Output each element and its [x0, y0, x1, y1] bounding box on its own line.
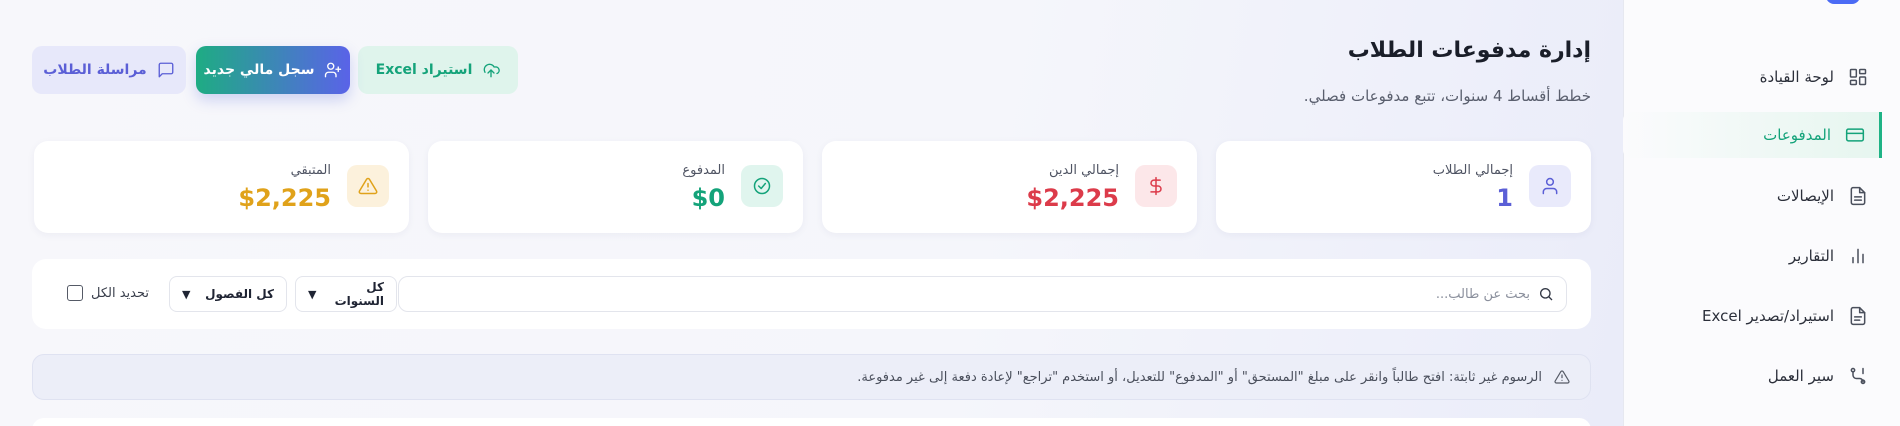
warning-icon [1554, 370, 1570, 384]
stat-value: $0 [691, 184, 725, 212]
main-content: إدارة مدفوعات الطلاب خطط أقساط 4 سنوات، … [0, 0, 1623, 426]
select-all[interactable]: تحديد الكل [66, 285, 149, 301]
sidebar-item-label: المدفوعات [1763, 126, 1831, 144]
stat-value: $2,225 [1026, 184, 1119, 212]
import-excel-label: استيراد Excel [375, 62, 473, 78]
stat-card-total-students: إجمالي الطلاب 1 [1216, 141, 1591, 233]
stat-card-paid: المدفوع $0 [428, 141, 803, 233]
terms-select-value: كل الفصول [205, 287, 274, 301]
years-select-value: كل السنوات [334, 280, 384, 308]
stat-label: المدفوع [682, 163, 725, 178]
sidebar-item-label: سير العمل [1767, 367, 1834, 385]
sidebar-item-payments[interactable]: المدفوعات [1623, 112, 1882, 158]
sidebar-item-reports[interactable]: التقارير [1623, 233, 1882, 279]
sidebar-item-label: استيراد/تصدير Excel [1702, 307, 1834, 325]
file-icon [1850, 306, 1866, 326]
sidebar-item-receipts[interactable]: الإيصالات [1623, 173, 1882, 219]
page-subtitle: خطط أقساط 4 سنوات، تتبع مدفوعات فصلي. [1303, 87, 1591, 105]
notice-text: الرسوم غير ثابتة: افتح طالباً وانقر على … [857, 369, 1542, 385]
new-financial-record-label: سجل مالي جديد [203, 62, 315, 78]
terms-select[interactable]: كل الفصول ▼ [169, 276, 287, 312]
page-title: إدارة مدفوعات الطلاب [1347, 38, 1591, 63]
stat-icon-box [347, 165, 389, 207]
sidebar-item-workflow[interactable]: سير العمل [1623, 353, 1882, 399]
stat-label: المتبقي [290, 163, 331, 178]
message-students-label: مراسلة الطلاب [43, 62, 147, 78]
search-input[interactable]: بحث عن طالب... [398, 276, 1567, 312]
search-icon [1540, 288, 1553, 301]
stat-card-remaining: المتبقي $2,225 [34, 141, 409, 233]
sidebar-item-excel[interactable]: استيراد/تصدير Excel [1623, 293, 1882, 339]
select-all-checkbox[interactable] [66, 285, 83, 301]
credit-card-icon [1845, 128, 1865, 142]
avatar[interactable] [1826, 0, 1860, 4]
document-icon [1850, 186, 1866, 206]
stat-icon-box [1529, 165, 1571, 207]
sidebar-item-label: لوحة القيادة [1759, 68, 1834, 86]
sidebar-item-label: الإيصالات [1776, 187, 1834, 205]
sidebar-item-dashboard[interactable]: لوحة القيادة [1623, 54, 1882, 100]
students-table-card [32, 418, 1591, 426]
new-financial-record-button[interactable]: سجل مالي جديد [196, 46, 350, 94]
chevron-down-icon: ▼ [308, 287, 317, 301]
message-icon [158, 62, 174, 78]
years-select[interactable]: كل السنوات ▼ [295, 276, 397, 312]
stat-value: 1 [1496, 184, 1513, 212]
filter-bar: بحث عن طالب... كل السنوات ▼ كل الفصول ▼ … [32, 259, 1591, 329]
bar-chart-icon [1852, 248, 1864, 264]
stat-icon-box [741, 165, 783, 207]
dashboard-icon [1849, 68, 1867, 86]
info-notice: الرسوم غير ثابتة: افتح طالباً وانقر على … [32, 354, 1591, 400]
sidebar: لوحة القيادة المدفوعات الإيصالات التقاري… [1623, 0, 1900, 426]
stat-label: إجمالي الطلاب [1432, 163, 1513, 178]
user-icon [1542, 177, 1558, 195]
message-students-button[interactable]: مراسلة الطلاب [32, 46, 186, 94]
sidebar-item-label: التقارير [1788, 247, 1834, 265]
import-excel-button[interactable]: استيراد Excel [358, 46, 518, 94]
add-user-icon [325, 62, 342, 78]
stat-label: إجمالي الدين [1049, 163, 1119, 178]
search-placeholder: بحث عن طالب... [1435, 286, 1530, 302]
stat-value: $2,225 [238, 184, 331, 212]
check-circle-icon [753, 177, 771, 195]
select-all-label: تحديد الكل [90, 285, 149, 301]
cloud-upload-icon [484, 63, 501, 78]
warning-icon [358, 177, 378, 195]
workflow-icon [1850, 367, 1866, 385]
chevron-down-icon: ▼ [182, 287, 191, 301]
dollar-icon [1150, 176, 1162, 196]
stat-card-total-debt: إجمالي الدين $2,225 [822, 141, 1197, 233]
stat-icon-box [1135, 165, 1177, 207]
